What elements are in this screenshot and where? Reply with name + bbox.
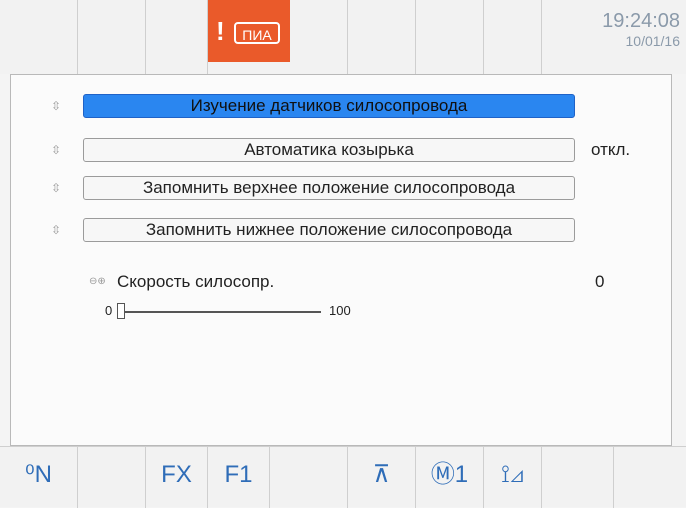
blank-key-2[interactable]	[270, 447, 348, 508]
menu-row-1: ⇳ Изучение датчиков силосопровода	[11, 91, 673, 121]
blank-key-1[interactable]	[78, 447, 146, 508]
header-position-key[interactable]: ⊼	[348, 447, 416, 508]
knob-hint-icon: ⇳	[50, 99, 62, 113]
f1-icon: F1	[224, 461, 253, 488]
top-cell-2	[78, 0, 146, 74]
alarm-device-icon: ПИА	[234, 22, 280, 44]
clock-date: 10/01/16	[625, 33, 681, 49]
knob-hint-icon: ⇳	[50, 143, 62, 157]
clock-time: 19:24:08	[602, 10, 680, 32]
fx-key[interactable]: FX	[146, 447, 208, 508]
top-status-bar: ! ПИА 19:24:08 10/01/16	[0, 0, 686, 74]
menu-row-3: ⇳ Запомнить верхнее положение силосопров…	[11, 173, 673, 203]
speed-setting: ⊖⊕ Скорость силосопр. 0 0 100	[11, 273, 673, 353]
top-cell-3	[146, 0, 208, 74]
speed-value: 0	[595, 272, 605, 291]
tilt-icon: ⟟⊿	[501, 461, 524, 488]
alarm-indicator[interactable]: ! ПИА	[208, 0, 290, 62]
top-cell-1	[0, 0, 78, 74]
alarm-exclamation-icon: !	[216, 16, 225, 46]
speed-label: Скорость силосопр.	[117, 272, 275, 291]
slider-track	[121, 311, 321, 313]
slider-thumb[interactable]	[117, 303, 125, 319]
slider-max: 100	[329, 303, 351, 318]
neutral-icon: ⁰N	[25, 461, 52, 488]
top-cell-6	[348, 0, 416, 74]
fx-icon: FX	[161, 461, 192, 488]
knob-hint-icon: ⇳	[50, 181, 62, 195]
mode1-key[interactable]: Ⓜ1	[416, 447, 484, 508]
f1-key[interactable]: F1	[208, 447, 270, 508]
top-cell-8	[484, 0, 542, 74]
menu-row-2: ⇳ Автоматика козырька откл.	[11, 135, 673, 165]
speed-slider[interactable]: 0 100	[105, 301, 375, 325]
top-cell-5	[290, 0, 348, 74]
top-cell-7	[416, 0, 484, 74]
visor-automation-state: откл.	[591, 140, 631, 159]
mode1-icon: Ⓜ1	[430, 461, 469, 488]
tilt-key[interactable]: ⟟⊿	[484, 447, 542, 508]
clock: 19:24:08 10/01/16	[560, 10, 680, 50]
blank-key-4[interactable]	[614, 447, 686, 508]
learn-sensors-button[interactable]: Изучение датчиков силосопровода	[83, 94, 575, 118]
save-lower-position-button[interactable]: Запомнить нижнее положение силосопровода	[83, 218, 575, 242]
blank-key-3[interactable]	[542, 447, 614, 508]
slider-min: 0	[105, 303, 113, 318]
visor-automation-button[interactable]: Автоматика козырька	[83, 138, 575, 162]
header-position-icon: ⊼	[372, 461, 391, 488]
menu-row-4: ⇳ Запомнить нижнее положение силосопрово…	[11, 215, 673, 245]
save-upper-position-button[interactable]: Запомнить верхнее положение силосопровод…	[83, 176, 575, 200]
plus-minus-icon: ⊖⊕	[89, 276, 106, 287]
softkey-bar: ⁰N FX F1 ⊼ Ⓜ1 ⟟⊿	[0, 446, 686, 508]
neutral-key[interactable]: ⁰N	[0, 447, 78, 508]
knob-hint-icon: ⇳	[50, 223, 62, 237]
settings-panel: ⇳ Изучение датчиков силосопровода ⇳ Авто…	[10, 74, 672, 446]
